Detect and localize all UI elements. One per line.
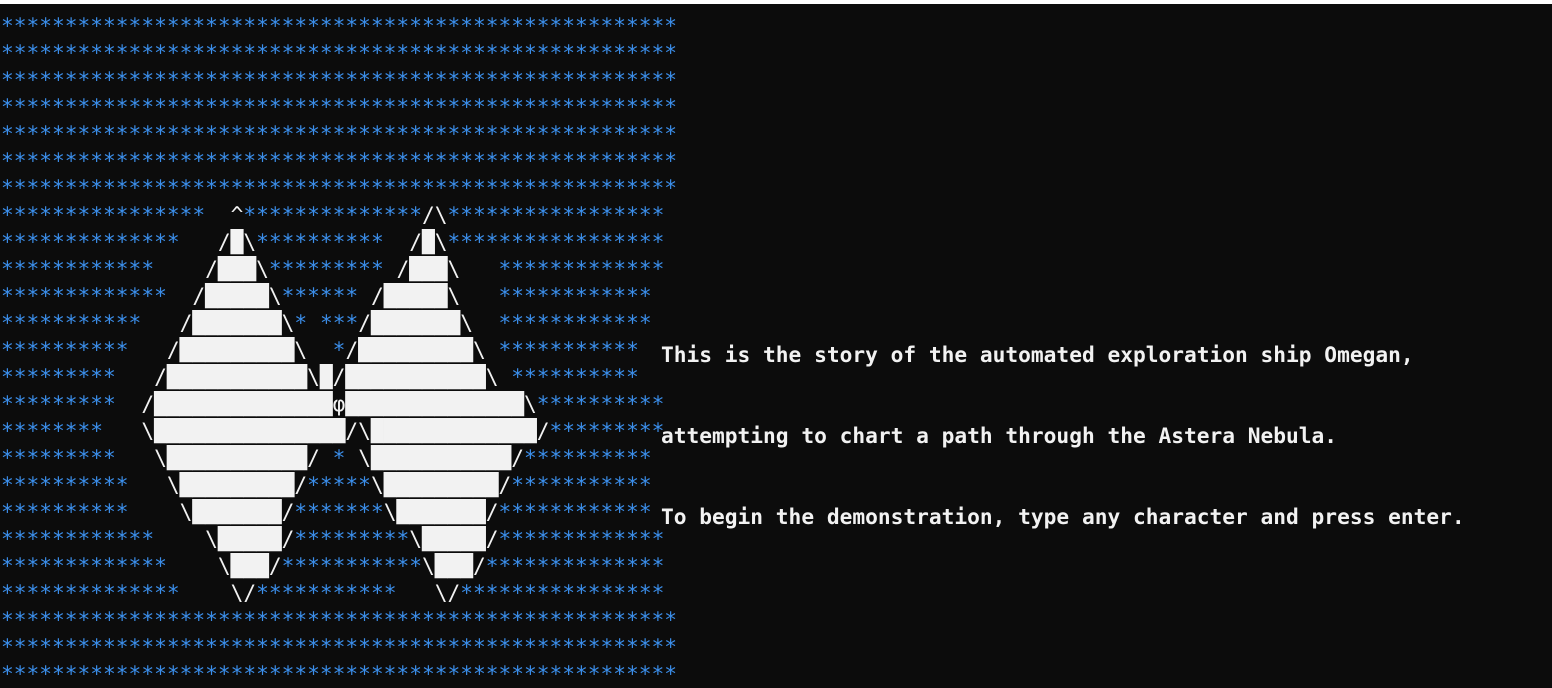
- intro-line-1: This is the story of the automated explo…: [661, 342, 1414, 367]
- ascii-art-row: ************** \/*********** \/*********…: [1, 580, 665, 605]
- ascii-art-row: ********* /███████████\█/███████████\ **…: [1, 364, 639, 389]
- ascii-art-row: ****************************************…: [1, 40, 678, 65]
- ascii-art-row: ********** \███████/*******\███████/****…: [1, 499, 652, 524]
- ascii-art-row: ****************************************…: [1, 67, 678, 92]
- ascii-art-row: ************** /█\********** /█\********…: [1, 229, 665, 254]
- ascii-art-row: ****************************************…: [1, 607, 678, 632]
- ascii-art-row: ************* /█████\****** /█████\ ****…: [1, 283, 652, 308]
- ascii-art-row: ****************************************…: [1, 175, 678, 200]
- ascii-art-row: ********* /██████████████φ██████████████…: [1, 391, 665, 416]
- ascii-art-row: ****************************************…: [1, 121, 678, 146]
- ascii-art-row: ********** /█████████\ */█████████\ ****…: [1, 337, 639, 362]
- intro-line-2: attempting to chart a path through the A…: [661, 423, 1338, 448]
- ascii-art-row: *********** /███████\* ***/███████\ ****…: [1, 310, 652, 335]
- intro-line-3: To begin the demonstration, type any cha…: [661, 504, 1465, 529]
- intro-text: This is the story of the automated explo…: [661, 287, 1465, 584]
- ascii-art-row: ****************************************…: [1, 634, 678, 659]
- ascii-art-row: **************** ^**************/\******…: [1, 202, 665, 227]
- ascii-art-row: ********** \█████████/*****\█████████/**…: [1, 472, 652, 497]
- ascii-art-row: ************ /███\********* /███\ ******…: [1, 256, 665, 281]
- ascii-art-row: ******** \███████████████/\█████████████…: [1, 418, 665, 443]
- ascii-art-row: ************* \███/***********\███/*****…: [1, 553, 665, 578]
- ascii-art-row: ****************************************…: [1, 661, 678, 686]
- ascii-art-row: ****************************************…: [1, 94, 678, 119]
- ascii-art-row: ****************************************…: [1, 148, 678, 173]
- ascii-art-row: ********* \███████████/ * \███████████/*…: [1, 445, 652, 470]
- ascii-art-row: ************ \█████/*********\█████/****…: [1, 526, 665, 551]
- starfield-ship-ascii-art: ****************************************…: [1, 12, 677, 687]
- ascii-art-row: ****************************************…: [1, 13, 678, 38]
- console-window[interactable]: ****************************************…: [0, 4, 1552, 688]
